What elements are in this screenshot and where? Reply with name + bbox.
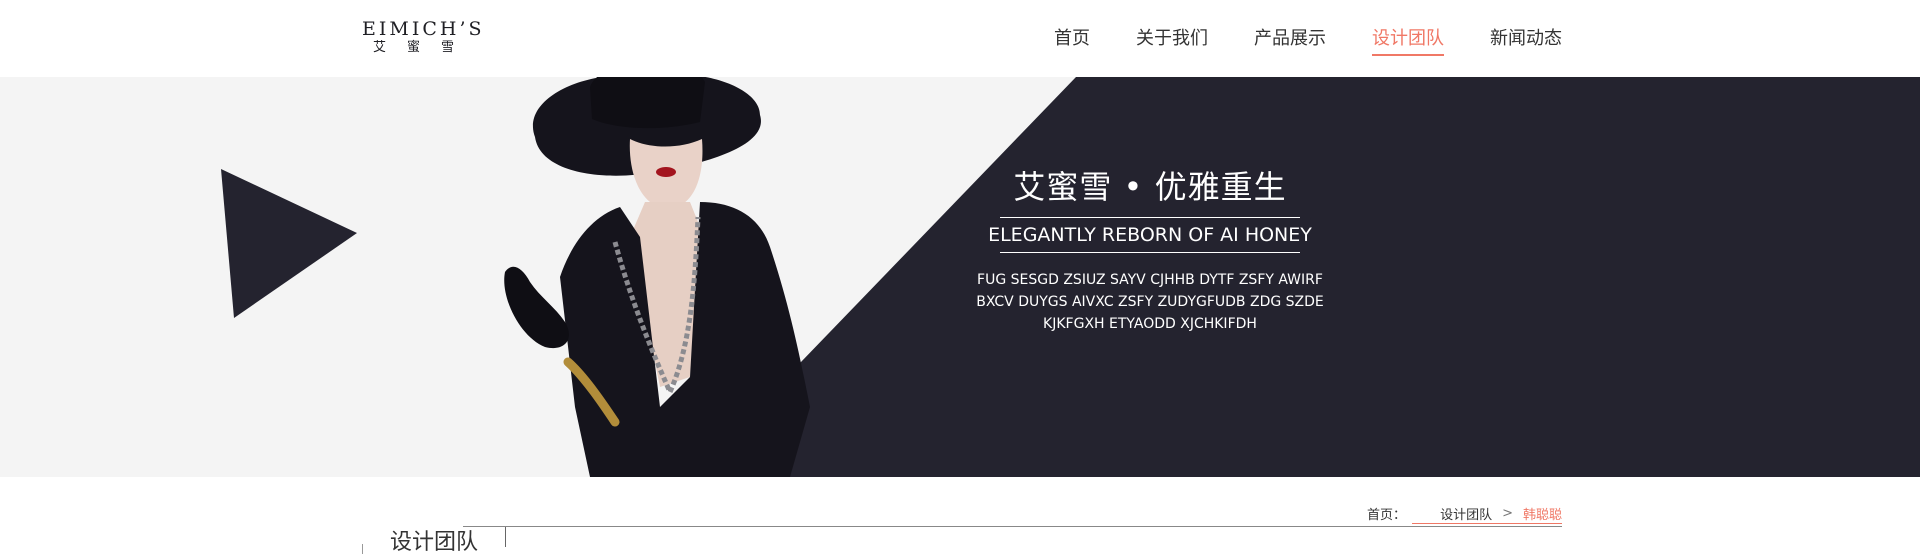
model-figure xyxy=(504,77,810,477)
nav-design-team[interactable]: 设计团队 xyxy=(1372,26,1444,56)
breadcrumb-current: 韩聪聪 xyxy=(1522,508,1562,523)
logo-chinese: 艾蜜雪 xyxy=(373,40,476,55)
banner-slogan: 艾蜜雪 • 优雅重生 xyxy=(1013,168,1287,206)
nav-news[interactable]: 新闻动态 xyxy=(1490,26,1562,56)
banner-desc-line-3: KJKFGXH ETYAODD XJCHKIFDH xyxy=(1043,316,1257,332)
breadcrumb-underline xyxy=(1412,523,1562,524)
main-nav: 首页 关于我们 产品展示 设计团队 新闻动态 xyxy=(1008,26,1562,56)
section-title-tick xyxy=(505,527,506,547)
section-left-tick xyxy=(362,544,363,554)
breadcrumb-section[interactable]: 设计团队 xyxy=(1440,504,1492,523)
banner-text: 艾蜜雪 • 优雅重生 ELEGANTLY REBORN OF AI HONEY … xyxy=(960,167,1340,335)
banner-desc-line-1: FUG SESGD ZSIUZ SAYV CJHHB DYTF ZSFY AWI… xyxy=(977,272,1323,288)
breadcrumb-home[interactable]: 首页： xyxy=(1367,504,1406,523)
logo-english: EIMICH’S xyxy=(362,18,485,40)
breadcrumb: 首页： 设计团队 > 韩聪聪 xyxy=(1359,504,1562,523)
banner-description: FUG SESGD ZSIUZ SAYV CJHHB DYTF ZSFY AWI… xyxy=(960,269,1340,335)
logo[interactable]: EIMICH’S 艾蜜雪 xyxy=(362,18,497,56)
nav-home[interactable]: 首页 xyxy=(1054,26,1090,56)
section-rule xyxy=(463,526,1562,527)
banner-english-title: ELEGANTLY REBORN OF AI HONEY xyxy=(988,224,1312,246)
hero-banner: 艾蜜雪 • 优雅重生 ELEGANTLY REBORN OF AI HONEY … xyxy=(0,77,1920,477)
site-header: EIMICH’S 艾蜜雪 首页 关于我们 产品展示 设计团队 新闻动态 xyxy=(0,0,1920,77)
banner-desc-line-2: BXCV DUYGS AIVXC ZSFY ZUDYGFUDB ZDG SZDE xyxy=(976,294,1324,310)
nav-products[interactable]: 产品展示 xyxy=(1254,26,1326,56)
section-title: 设计团队 xyxy=(390,530,479,555)
nav-about[interactable]: 关于我们 xyxy=(1136,26,1208,56)
play-triangle-icon xyxy=(221,169,357,318)
banner-divider-bottom xyxy=(1000,252,1300,253)
breadcrumb-separator: > xyxy=(1502,506,1513,521)
